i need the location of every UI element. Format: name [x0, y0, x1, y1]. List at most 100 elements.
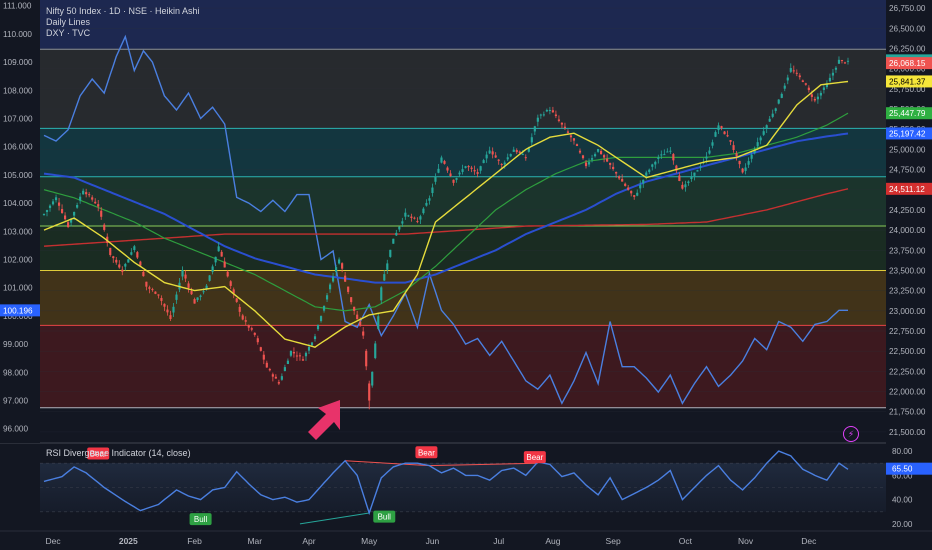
candle-body [645, 172, 648, 176]
candle-body [548, 110, 551, 112]
candle-body [118, 264, 121, 268]
price-tick: 24,000.00 [889, 226, 926, 235]
candle-body [542, 114, 545, 116]
candle-body [139, 261, 142, 266]
rsi-tag-label: Bear [526, 453, 543, 462]
candle-body [747, 161, 750, 165]
price-tick: 26,500.00 [889, 24, 926, 33]
candle-body [298, 355, 302, 357]
candle-body [283, 367, 286, 371]
time-tick: 2025 [119, 536, 138, 546]
candle-body [235, 298, 238, 302]
candle-body [666, 151, 669, 153]
candle-body [271, 374, 274, 377]
price-tick: 22,750.00 [889, 327, 926, 336]
candle-body [515, 150, 518, 153]
candle-body [172, 306, 175, 313]
candle-body [500, 164, 503, 166]
candle-body [289, 350, 293, 356]
price-tick: 23,750.00 [889, 246, 926, 255]
candle-body [479, 166, 482, 171]
candle-body [609, 162, 612, 165]
candle-body [699, 166, 702, 168]
candle-body [837, 59, 841, 64]
candle-body [407, 215, 410, 217]
time-tick: Jun [426, 536, 440, 546]
candle-body [91, 197, 94, 200]
candle-body [386, 263, 389, 270]
candle-body [100, 210, 103, 217]
candle-body [503, 162, 506, 165]
time-tick: Dec [45, 536, 61, 546]
candle-body [440, 157, 443, 163]
candle-body [557, 119, 561, 121]
time-axis[interactable]: Dec 2025 Feb Mar Apr May Jun Jul Aug Sep Oct Nov Dec [0, 530, 932, 550]
candle-body [509, 153, 512, 157]
candle-body [154, 291, 157, 294]
candle-body [651, 164, 654, 167]
symbol-title[interactable]: Nifty 50 Index · 1D · NSE · Heikin Ashi [46, 6, 200, 17]
candle-body [612, 166, 615, 170]
candle-body [301, 359, 305, 361]
candle-body [593, 154, 597, 157]
candle-body [304, 352, 308, 357]
candle-body [524, 157, 527, 159]
candle-body [765, 125, 768, 129]
zone-green [40, 176, 886, 227]
rsi-title[interactable]: RSI Divergence Indicator (14, close) [46, 448, 191, 458]
candle-body [639, 185, 642, 189]
candle-body [663, 154, 666, 156]
overlay-daily-lines[interactable]: Daily Lines [46, 17, 200, 28]
dxy-tick: 101.000 [3, 284, 33, 293]
left-dxy-axis[interactable]: 111.000 110.000 109.000 108.000 107.000 106.0… [0, 0, 40, 443]
candle-body [687, 181, 690, 184]
price-tag-label: 25,447.79 [889, 109, 926, 118]
candle-body [627, 187, 630, 190]
price-tick: 22,500.00 [889, 347, 926, 356]
candle-body [455, 178, 458, 180]
candle-body [344, 275, 347, 282]
candle-body [843, 62, 847, 64]
candle-body [193, 299, 196, 304]
chart-canvas[interactable]: BearBull BullBearBear 26,750.0026,500.002… [0, 0, 932, 550]
candle-body [672, 154, 675, 161]
candle-body [362, 331, 365, 336]
candle-body [184, 274, 187, 279]
candle-body [244, 320, 247, 322]
candle-body [211, 266, 214, 272]
candle-body [310, 342, 314, 346]
candle-body [130, 252, 133, 255]
candle-body [470, 167, 473, 169]
candle-body [217, 246, 220, 252]
candle-body [780, 93, 783, 98]
candle-body [807, 87, 810, 91]
candle-body [422, 208, 425, 214]
candle-body [563, 126, 567, 128]
candle-body [109, 247, 112, 255]
candle-body [786, 77, 789, 81]
candle-body [603, 155, 606, 158]
candle-body [777, 99, 780, 104]
dxy-tick: 96.000 [3, 425, 28, 434]
candle-body [596, 149, 600, 152]
dxy-tick: 105.000 [3, 171, 33, 180]
candle-body [801, 80, 804, 82]
rsi-tag-label: Bull [194, 515, 208, 524]
candle-body [846, 60, 850, 62]
rsi-tag-label: Bear [418, 448, 435, 457]
price-level-zones [40, 0, 886, 408]
candle-body [163, 303, 166, 307]
candle-body [226, 271, 229, 277]
candle-body [292, 352, 296, 354]
candle-body [750, 154, 753, 159]
candle-body [756, 142, 759, 147]
candle-body [208, 275, 211, 281]
lightning-icon[interactable]: ⚡ [843, 426, 859, 442]
candle-body [533, 126, 536, 132]
candle-body [335, 267, 338, 272]
overlay-dxy[interactable]: DXY · TVC [46, 28, 200, 39]
candle-body [67, 222, 70, 227]
candle-body [831, 72, 835, 76]
candle-body [723, 131, 726, 135]
time-tick: Aug [545, 536, 560, 546]
